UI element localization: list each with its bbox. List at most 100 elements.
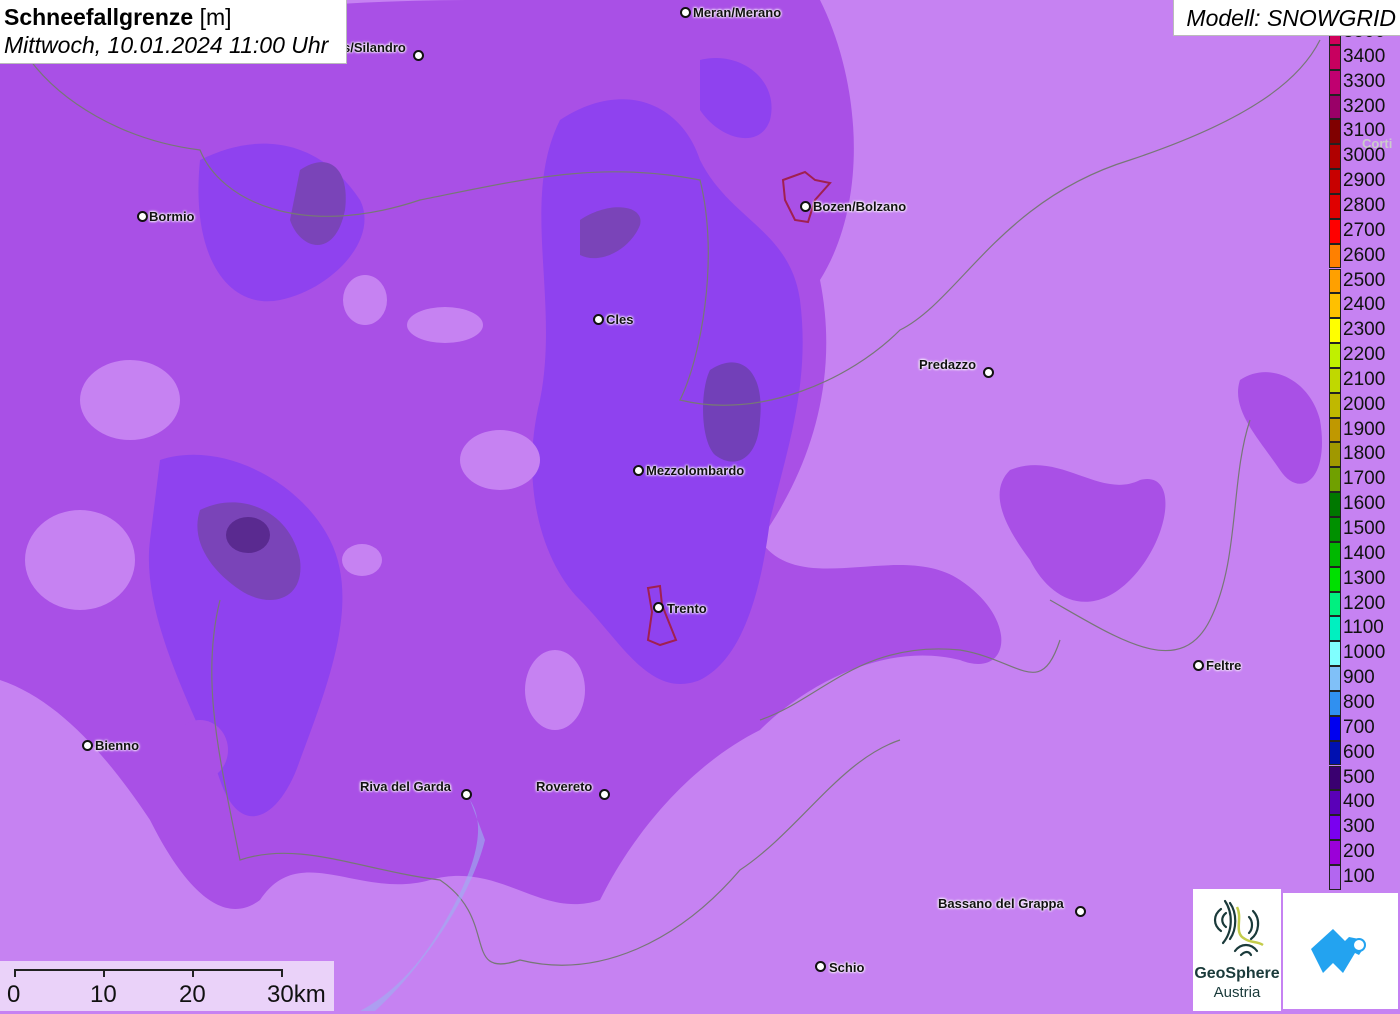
- city-label-feltre: Feltre: [1206, 658, 1242, 673]
- legend-label: 1500: [1343, 518, 1386, 539]
- city-label-schio: Schio: [829, 960, 865, 975]
- legend-label: 1600: [1343, 493, 1386, 515]
- legend-label: 1000: [1343, 642, 1386, 664]
- model-label: Modell: SNOWGRID: [1186, 5, 1396, 31]
- legend-swatch: [1329, 343, 1341, 368]
- cloud-mountain-icon: [1311, 929, 1366, 973]
- legend-label: 300: [1343, 816, 1375, 838]
- legend-label: 100: [1343, 865, 1375, 887]
- legend-label: 800: [1343, 691, 1375, 713]
- legend-label: 700: [1343, 716, 1375, 738]
- legend-swatch: [1329, 193, 1341, 219]
- legend-item: 1200: [1329, 591, 1400, 617]
- legend-label: 2800: [1343, 194, 1386, 216]
- city-label-bormio: Bormio: [149, 209, 195, 224]
- scale-label: 20: [179, 981, 206, 1008]
- city-marker: [82, 740, 93, 751]
- legend-item: 400: [1329, 790, 1400, 816]
- legend-item: 2400: [1329, 293, 1400, 319]
- legend-item: 1400: [1329, 541, 1400, 567]
- geosphere-text: GeoSphere: [1194, 965, 1280, 982]
- light-area: [343, 275, 387, 325]
- legend-swatch: [1329, 169, 1341, 194]
- legend-label: 1900: [1343, 418, 1386, 440]
- geosphere-logo[interactable]: GeoSphere Austria: [1193, 889, 1281, 1011]
- scale-label: 0: [7, 981, 21, 1008]
- legend-swatch: [1329, 417, 1341, 443]
- zone-500m: [226, 517, 270, 553]
- city-label-riva: Riva del Garda: [360, 779, 452, 794]
- legend-label: 2600: [1343, 244, 1386, 266]
- legend-swatch: [1329, 69, 1341, 95]
- legend-label: 1400: [1343, 542, 1386, 564]
- legend-label: 900: [1343, 667, 1375, 689]
- legend-label: 3200: [1343, 95, 1386, 117]
- legend-item: 2700: [1329, 218, 1400, 244]
- legend-label: 3000: [1343, 145, 1386, 167]
- unit-text: [m]: [199, 4, 232, 30]
- legend-label: 1800: [1343, 443, 1386, 465]
- light-area: [80, 360, 180, 440]
- zone-400m-1: [703, 362, 761, 462]
- legend-item: 3300: [1329, 69, 1400, 95]
- legend-swatch: [1329, 44, 1341, 70]
- legend-item: 700: [1329, 715, 1400, 741]
- city-label-cles: Cles: [606, 312, 634, 327]
- city-label-silandro: s/Silandro: [343, 40, 406, 55]
- title-text: Schneefallgrenze: [4, 4, 194, 30]
- legend-item: 1700: [1329, 467, 1400, 493]
- light-area: [525, 650, 585, 730]
- legend-swatch: [1329, 218, 1341, 244]
- legend-item: 3400: [1329, 44, 1400, 70]
- scale-tick: [192, 969, 194, 977]
- light-area: [25, 510, 135, 610]
- city-label-mezzolombardo: Mezzolombardo: [646, 463, 745, 478]
- legend-swatch: [1329, 492, 1341, 517]
- city-marker: [137, 211, 148, 222]
- model-box: Modell: SNOWGRID: [1173, 0, 1400, 36]
- legend-label: 2200: [1343, 344, 1386, 366]
- title-box: Schneefallgrenze [m] Mittwoch, 10.01.202…: [0, 0, 347, 64]
- legend-label: 1700: [1343, 468, 1386, 490]
- legend-swatch: [1329, 666, 1341, 691]
- city-label-merano: Meran/Merano: [693, 5, 782, 20]
- legend-item: 2800: [1329, 193, 1400, 219]
- legend-label: 1300: [1343, 567, 1386, 589]
- legend-item: 3000: [1329, 144, 1400, 170]
- datetime: Mittwoch, 10.01.2024 11:00 Uhr: [4, 32, 329, 58]
- app-logo[interactable]: [1283, 893, 1398, 1009]
- light-area: [66, 84, 114, 136]
- legend-label: 500: [1343, 766, 1375, 788]
- legend-item: 600: [1329, 740, 1400, 766]
- legend-label: 2900: [1343, 170, 1386, 192]
- scale-label: 10: [90, 981, 117, 1008]
- legend-item: 1800: [1329, 442, 1400, 468]
- legend-label: 3300: [1343, 70, 1386, 92]
- legend-item: 1600: [1329, 492, 1400, 517]
- legend-label: 2400: [1343, 294, 1386, 316]
- legend-swatch: [1329, 268, 1341, 294]
- legend-label: 2100: [1343, 368, 1386, 390]
- geosphere-emblem-icon: [1213, 899, 1264, 957]
- city-marker: [1075, 906, 1086, 917]
- legend-label: 1100: [1343, 617, 1384, 639]
- legend-swatch: [1329, 690, 1341, 716]
- legend-label: 600: [1343, 741, 1375, 763]
- legend-swatch: [1329, 94, 1341, 120]
- legend-item: 1100: [1329, 616, 1400, 642]
- color-legend: 3500340033003200310030002900280027002600…: [1329, 20, 1400, 890]
- snowfall-map[interactable]: [0, 0, 1400, 1011]
- legend-item: 100: [1329, 864, 1400, 890]
- city-marker: [599, 789, 610, 800]
- scale-tick: [103, 969, 105, 977]
- city-marker: [680, 7, 691, 18]
- city-label-predazzo: Predazzo: [919, 357, 977, 372]
- legend-swatch: [1329, 840, 1341, 865]
- light-area: [460, 430, 540, 490]
- legend-swatch: [1329, 119, 1341, 145]
- legend-item: 900: [1329, 666, 1400, 691]
- legend-item: 1500: [1329, 517, 1400, 542]
- legend-item: 2600: [1329, 243, 1400, 269]
- legend-swatch: [1329, 591, 1341, 617]
- legend-item: 2300: [1329, 318, 1400, 344]
